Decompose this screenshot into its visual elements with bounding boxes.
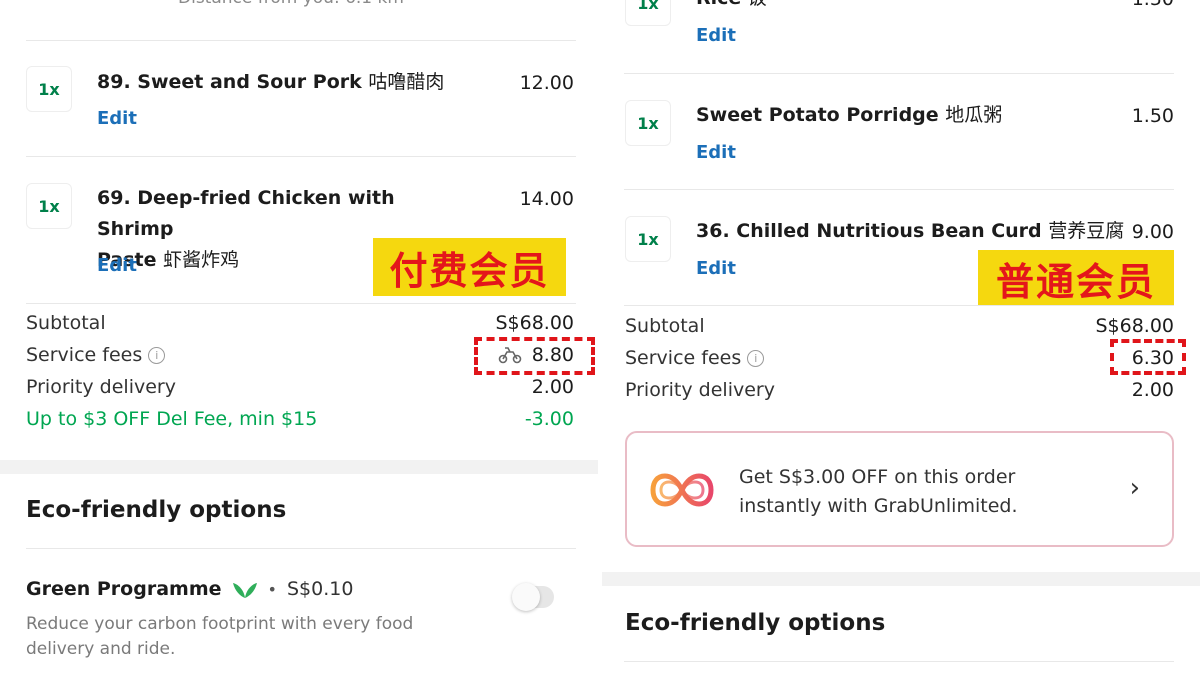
green-programme-title: Green Programme [26,578,222,600]
subtotal-label: Subtotal [625,315,705,337]
divider [26,548,576,549]
distance-text: Distance from you: 6.1 km [178,0,404,8]
grabunlimited-promo-card[interactable]: Get S$3.00 OFF on this order instantly w… [625,431,1174,547]
quantity-badge[interactable]: 1x [26,66,72,112]
priority-delivery-label: Priority delivery [26,376,176,398]
divider [624,661,1174,662]
panel-gap [598,0,602,675]
item-name: 89. Sweet and Sour Pork 咕噜醋肉 [97,71,445,93]
info-icon[interactable]: i [747,350,765,367]
chevron-right-icon[interactable]: › [1130,473,1140,503]
eco-section-title: Eco-friendly options [625,610,886,636]
promo-label: Up to $3 OFF Del Fee, min $15 [26,408,318,430]
green-programme-price: S$0.10 [286,578,354,600]
divider [624,73,1174,74]
quantity-badge[interactable]: 1x [26,183,72,229]
quantity-badge[interactable]: 1x [625,100,671,146]
subtotal-value: S$68.00 [495,312,574,334]
item-price: 9.00 [1131,221,1174,243]
divider [624,305,1174,306]
subtotal-label: Subtotal [26,312,106,334]
item-price: 12.00 [519,72,574,94]
service-fees-value: 6.30 [1131,347,1174,369]
priority-delivery-value: 2.00 [1131,379,1174,401]
eco-section-title: Eco-friendly options [26,497,287,523]
quantity-badge[interactable]: 1x [625,216,671,262]
edit-link[interactable]: Edit [97,255,137,276]
member-tag: 普通会员 [978,250,1174,306]
green-programme-toggle[interactable] [512,583,554,611]
priority-delivery-value: 2.00 [531,376,574,398]
divider [624,189,1174,190]
delivery-scooter-icon [498,347,521,364]
service-fees-label: Service fees i [26,344,166,366]
grabunlimited-infinity-icon [650,473,714,507]
leaf-icon [232,583,257,598]
edit-link[interactable]: Edit [696,25,736,46]
item-price: 1.50 [1132,0,1174,10]
section-separator [600,572,1200,586]
toggle-knob [512,583,540,611]
priority-delivery-label: Priority delivery [625,379,775,401]
green-programme-row: Green Programme • S$0.10 [26,578,353,600]
edit-link[interactable]: Edit [696,142,736,163]
item-name: Rice 饭 [696,0,767,14]
divider [26,156,576,157]
right-panel-regular-member: 1x Rice 饭 1.50 Edit 1x Sweet Potato Porr… [600,0,1200,675]
green-programme-description: Reduce your carbon footprint with every … [26,614,414,659]
quantity-badge[interactable]: 1x [625,0,671,26]
service-fees-value: 8.80 [498,344,574,366]
item-name: 36. Chilled Nutritious Bean Curd 营养豆腐 [696,220,1125,242]
section-separator [0,460,600,474]
promo-value: -3.00 [524,408,574,430]
bullet: • [267,579,277,599]
promo-text: Get S$3.00 OFF on this order instantly w… [739,466,1018,517]
service-fees-label: Service fees i [625,347,765,369]
subtotal-value: S$68.00 [1095,315,1174,337]
info-icon[interactable]: i [148,347,166,364]
left-panel-paid-member: Distance from you: 6.1 km 1x 89. Sweet a… [0,0,600,675]
item-name: Sweet Potato Porridge 地瓜粥 [696,104,1003,126]
divider [26,40,576,41]
edit-link[interactable]: Edit [696,258,736,279]
member-tag: 付费会员 [373,238,566,296]
item-price: 14.00 [519,188,574,210]
divider [26,303,576,304]
edit-link[interactable]: Edit [97,108,137,129]
item-price: 1.50 [1131,105,1174,127]
